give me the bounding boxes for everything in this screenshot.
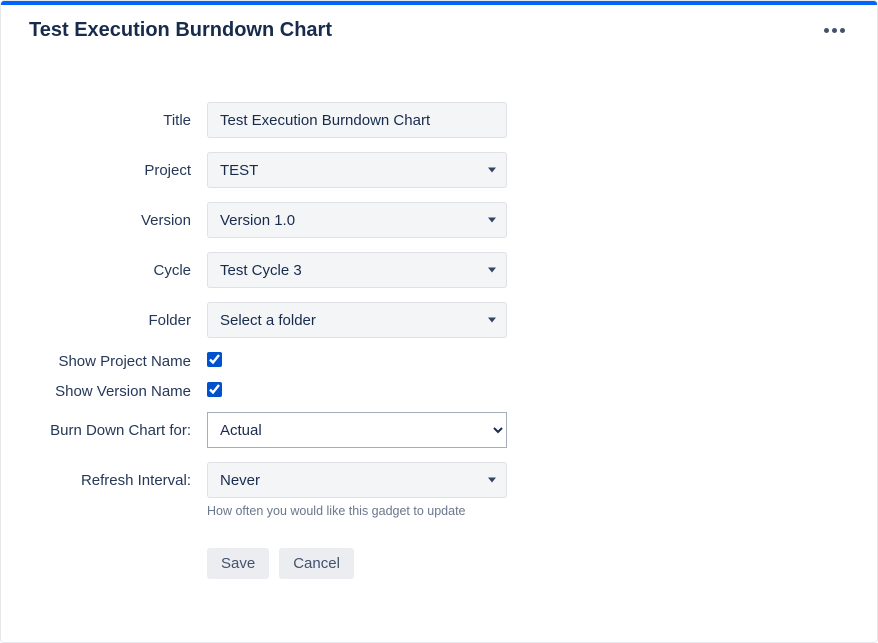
version-select-value: Version 1.0 bbox=[220, 212, 295, 229]
page-title: Test Execution Burndown Chart bbox=[29, 19, 332, 42]
chevron-down-icon bbox=[488, 268, 496, 273]
project-label: Project bbox=[37, 162, 207, 179]
version-label: Version bbox=[37, 212, 207, 229]
cycle-select[interactable]: Test Cycle 3 bbox=[207, 252, 507, 288]
title-input[interactable] bbox=[207, 102, 507, 138]
burndown-for-label: Burn Down Chart for: bbox=[37, 422, 207, 439]
more-menu-button[interactable] bbox=[820, 24, 849, 37]
cycle-select-value: Test Cycle 3 bbox=[220, 262, 302, 279]
save-button[interactable]: Save bbox=[207, 548, 269, 579]
show-version-name-label: Show Version Name bbox=[37, 383, 207, 400]
show-project-name-label: Show Project Name bbox=[37, 353, 207, 370]
show-project-name-checkbox[interactable] bbox=[207, 352, 222, 367]
chevron-down-icon bbox=[488, 218, 496, 223]
refresh-interval-select[interactable]: Never bbox=[207, 462, 507, 498]
chevron-down-icon bbox=[488, 478, 496, 483]
project-select-value: TEST bbox=[220, 162, 258, 179]
gadget-config-card: Test Execution Burndown Chart Title Proj… bbox=[0, 0, 878, 643]
chevron-down-icon bbox=[488, 168, 496, 173]
config-form: Title Project TEST Version Version 1.0 bbox=[1, 42, 877, 613]
project-select[interactable]: TEST bbox=[207, 152, 507, 188]
refresh-interval-label: Refresh Interval: bbox=[37, 472, 207, 489]
cancel-button[interactable]: Cancel bbox=[279, 548, 354, 579]
folder-label: Folder bbox=[37, 312, 207, 329]
folder-select-value: Select a folder bbox=[220, 312, 316, 329]
burndown-for-select[interactable]: Actual bbox=[207, 412, 507, 448]
version-select[interactable]: Version 1.0 bbox=[207, 202, 507, 238]
title-label: Title bbox=[37, 112, 207, 129]
folder-select[interactable]: Select a folder bbox=[207, 302, 507, 338]
header: Test Execution Burndown Chart bbox=[1, 5, 877, 42]
cycle-label: Cycle bbox=[37, 262, 207, 279]
chevron-down-icon bbox=[488, 318, 496, 323]
refresh-interval-value: Never bbox=[220, 472, 260, 489]
show-version-name-checkbox[interactable] bbox=[207, 382, 222, 397]
refresh-help-text: How often you would like this gadget to … bbox=[207, 504, 507, 518]
